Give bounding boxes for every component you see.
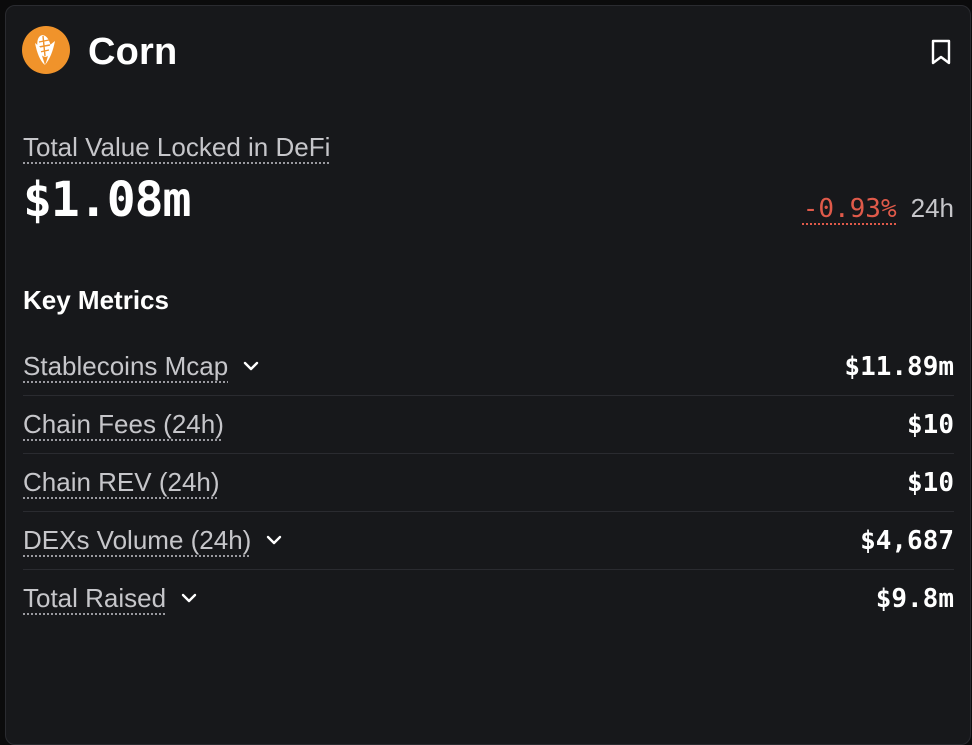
key-metrics-title: Key Metrics bbox=[23, 285, 169, 315]
metric-row-dexs-volume[interactable]: DEXs Volume (24h) $4,687 bbox=[23, 512, 954, 570]
page-title: Corn bbox=[88, 31, 178, 73]
metric-label: Stablecoins Mcap bbox=[23, 351, 229, 381]
chevron-down-icon[interactable] bbox=[178, 587, 200, 609]
metric-label[interactable]: Chain Fees (24h) bbox=[23, 408, 224, 440]
chevron-down-icon[interactable] bbox=[240, 355, 262, 377]
metric-value: $10 bbox=[907, 468, 954, 498]
metric-label-wrap: Chain Fees (24h) bbox=[23, 408, 224, 440]
metric-toggle[interactable]: Total Raised bbox=[23, 582, 200, 614]
card-header: Corn bbox=[22, 26, 954, 76]
metric-value: $4,687 bbox=[860, 526, 954, 556]
metric-toggle[interactable]: DEXs Volume (24h) bbox=[23, 524, 285, 556]
metric-label-wrap: Chain REV (24h) bbox=[23, 466, 220, 498]
metric-row-stablecoins-mcap[interactable]: Stablecoins Mcap $11.89m bbox=[23, 338, 954, 396]
tvl-label[interactable]: Total Value Locked in DeFi bbox=[23, 132, 330, 162]
tvl-change-percent[interactable]: -0.93% bbox=[803, 194, 897, 224]
corn-icon bbox=[22, 26, 70, 74]
metric-value: $9.8m bbox=[875, 584, 954, 614]
tvl-value: $1.08m bbox=[23, 172, 191, 228]
metric-row-chain-rev: Chain REV (24h) $10 bbox=[23, 454, 954, 512]
tvl-change-period: 24h bbox=[910, 193, 954, 223]
metric-row-chain-fees: Chain Fees (24h) $10 bbox=[23, 396, 954, 454]
metric-row-total-raised[interactable]: Total Raised $9.8m bbox=[23, 570, 954, 628]
key-metrics-list: Stablecoins Mcap $11.89m Chain Fees (24h… bbox=[23, 338, 954, 628]
bookmark-icon[interactable] bbox=[928, 38, 954, 66]
metric-value: $10 bbox=[907, 410, 954, 440]
metric-value: $11.89m bbox=[844, 352, 954, 382]
tvl-change: -0.93% 24h bbox=[803, 193, 954, 224]
metric-label[interactable]: Chain REV (24h) bbox=[23, 466, 220, 498]
metric-label: DEXs Volume (24h) bbox=[23, 525, 252, 555]
metric-toggle[interactable]: Stablecoins Mcap bbox=[23, 350, 262, 382]
metric-label: Total Raised bbox=[23, 583, 167, 613]
chain-overview-card: Corn Total Value Locked in DeFi $1.08m -… bbox=[5, 5, 971, 745]
chevron-down-icon[interactable] bbox=[263, 529, 285, 551]
